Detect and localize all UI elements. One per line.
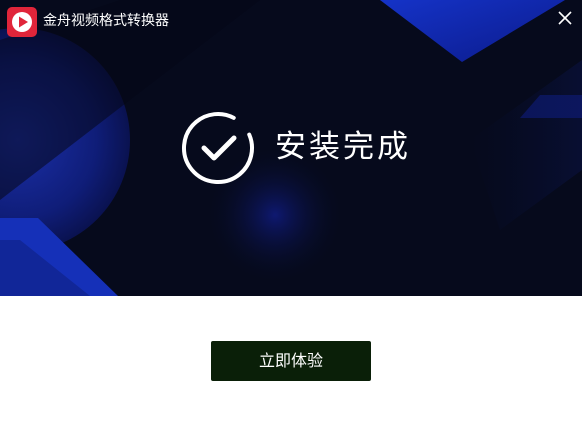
play-logo-icon [7, 7, 37, 37]
close-button[interactable] [552, 4, 578, 30]
installer-window: 金舟视频格式转换器 安装完成 立即体验 [0, 0, 582, 434]
app-title: 金舟视频格式转换器 [43, 13, 169, 29]
title-bar: 金舟视频格式转换器 [0, 0, 582, 44]
completion-banner: 金舟视频格式转换器 安装完成 [0, 0, 582, 296]
install-complete-text: 安装完成 [275, 129, 411, 165]
try-now-button[interactable]: 立即体验 [211, 341, 371, 381]
close-icon [558, 11, 572, 25]
check-circle-icon [182, 112, 254, 184]
